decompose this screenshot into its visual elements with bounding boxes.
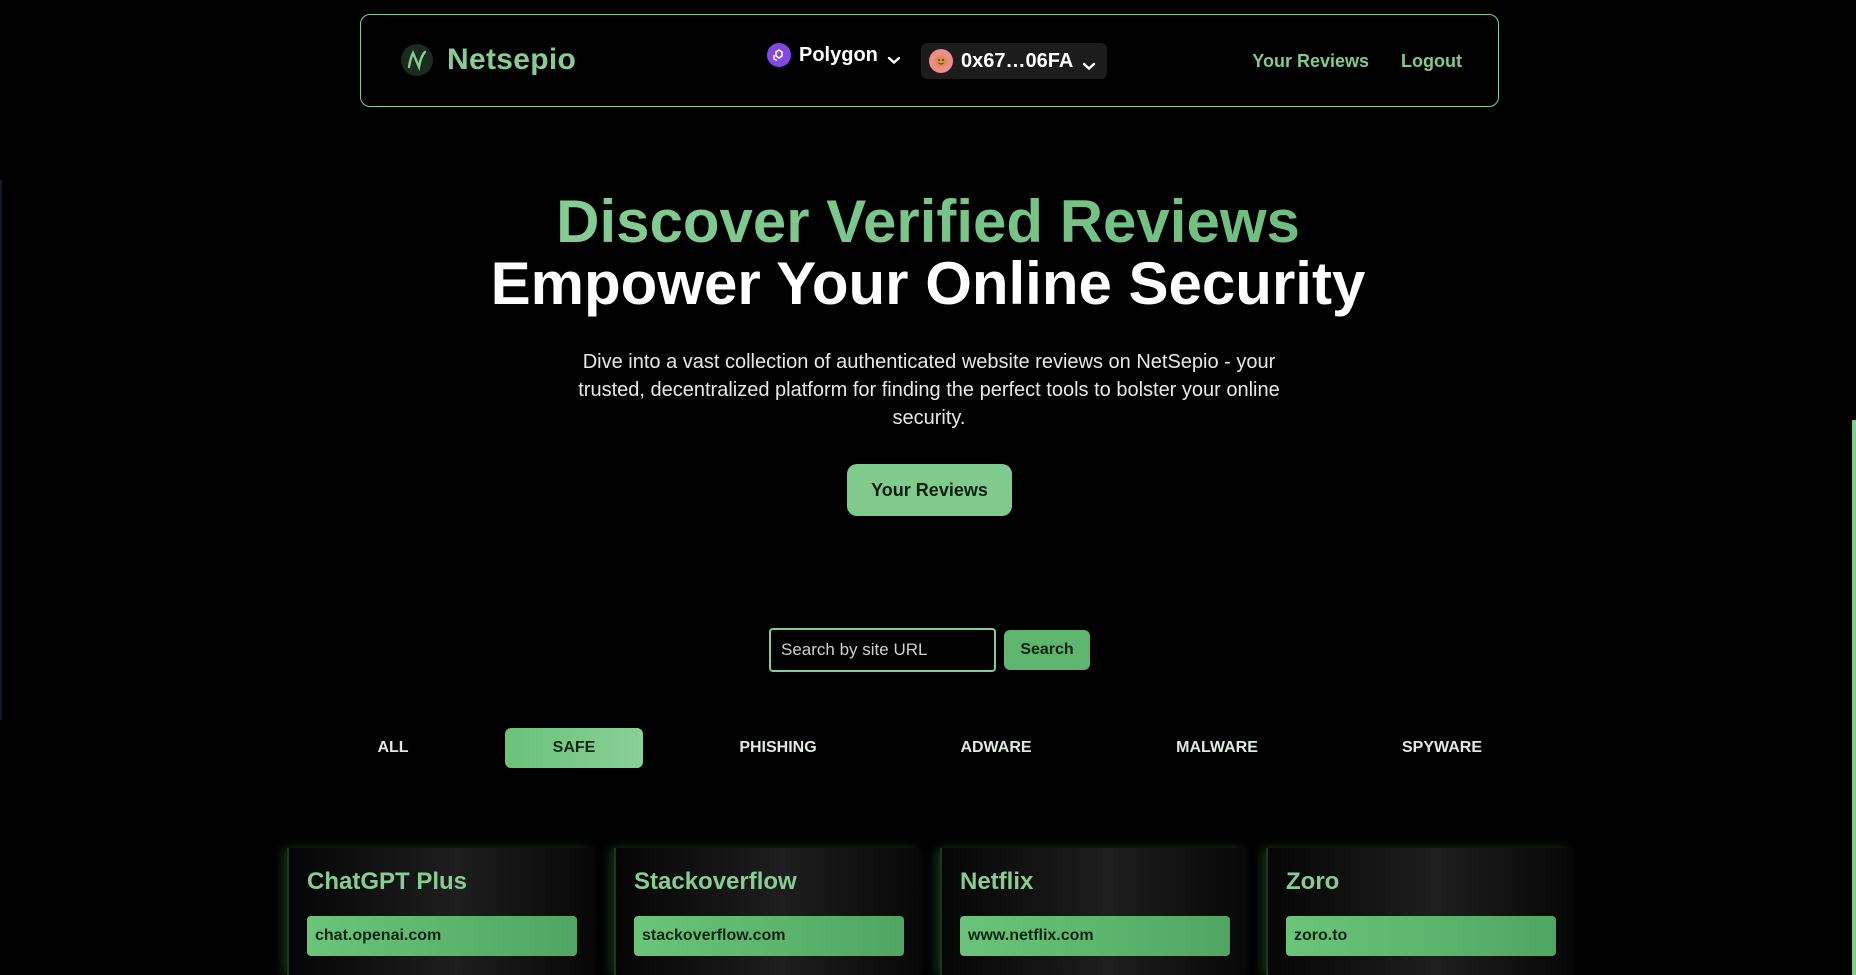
brand[interactable]: Netsepio: [401, 43, 576, 77]
tab-all[interactable]: ALL: [362, 728, 424, 768]
hero-title: Discover Verified Reviews: [0, 190, 1856, 254]
tab-adware[interactable]: ADWARE: [946, 728, 1046, 768]
nav-link-logout[interactable]: Logout: [1401, 51, 1462, 72]
nav-links: Your Reviews Logout: [1252, 51, 1462, 72]
card-url[interactable]: chat.openai.com: [307, 916, 577, 956]
tab-malware[interactable]: MALWARE: [1166, 728, 1268, 768]
chevron-down-icon: [886, 49, 902, 65]
hero-description: Dive into a vast collection of authentic…: [578, 351, 1280, 429]
chain-label: Polygon: [799, 43, 878, 66]
avatar-icon: [929, 49, 953, 73]
tab-safe[interactable]: SAFE: [505, 728, 643, 768]
scrollbar[interactable]: [1852, 420, 1856, 975]
chain-selector[interactable]: Polygon: [767, 43, 902, 67]
tab-spyware[interactable]: SPYWARE: [1392, 728, 1492, 768]
site-card[interactable]: Stackoverflow stackoverflow.com: [614, 848, 920, 975]
card-url[interactable]: stackoverflow.com: [634, 916, 904, 956]
polygon-icon: [767, 43, 791, 67]
site-card[interactable]: ChatGPT Plus chat.openai.com: [287, 848, 593, 975]
card-title: Netflix: [960, 868, 1034, 895]
card-title: Zoro: [1286, 868, 1340, 895]
card-url[interactable]: www.netflix.com: [960, 916, 1230, 956]
card-url[interactable]: zoro.to: [1286, 916, 1556, 956]
card-title: Stackoverflow: [634, 868, 797, 895]
brand-name: Netsepio: [447, 43, 577, 76]
netsepio-logo-icon: [401, 44, 433, 76]
hero-subtitle: Empower Your Online Security: [490, 250, 1366, 317]
your-reviews-button[interactable]: Your Reviews: [847, 464, 1012, 516]
navbar: Netsepio Polygon 0x67…06FA Your Reviews …: [360, 14, 1499, 107]
card-title: ChatGPT Plus: [307, 868, 468, 895]
account-address: 0x67…06FA: [961, 49, 1074, 72]
page: Netsepio Polygon 0x67…06FA Your Reviews …: [0, 0, 1856, 975]
site-card[interactable]: Zoro zoro.to: [1266, 848, 1572, 975]
search-input[interactable]: [769, 628, 996, 672]
search-button[interactable]: Search: [1004, 630, 1090, 670]
tab-phishing[interactable]: PHISHING: [724, 728, 832, 768]
nav-link-your-reviews[interactable]: Your Reviews: [1252, 51, 1369, 72]
account-button[interactable]: 0x67…06FA: [921, 43, 1108, 79]
site-card[interactable]: Netflix www.netflix.com: [940, 848, 1246, 975]
chevron-down-icon: [1081, 55, 1097, 71]
